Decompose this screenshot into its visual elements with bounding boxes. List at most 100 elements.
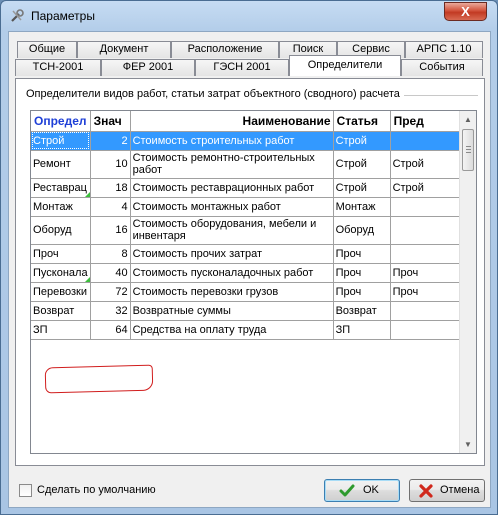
cell-code[interactable]: Строй (31, 131, 91, 151)
cell-name[interactable]: Стоимость монтажных работ (130, 197, 334, 217)
column-header-code[interactable]: Определ (31, 111, 91, 132)
cell-value[interactable]: 2 (90, 131, 131, 151)
column-header-prev[interactable]: Пред (390, 111, 462, 132)
cell-prev[interactable] (390, 197, 462, 217)
ok-button[interactable]: OK (324, 479, 400, 502)
cell-prev[interactable] (390, 216, 462, 245)
cell-code[interactable]: Пусконала (31, 263, 91, 283)
default-checkbox-label[interactable]: Сделать по умолчанию (37, 484, 156, 496)
cell-value[interactable]: 10 (90, 150, 131, 179)
cell-prev[interactable]: Строй (390, 150, 462, 179)
cancel-button-label: Отмена (440, 484, 480, 496)
cell-name[interactable]: Стоимость прочих затрат (130, 244, 334, 264)
tab-document[interactable]: Документ (77, 41, 171, 58)
determinants-table: Определ Знач Наименование Статья Пред Ст… (31, 111, 462, 340)
tab-gesn-2001[interactable]: ГЭСН 2001 (195, 59, 289, 76)
cell-name[interactable]: Стоимость перевозки грузов (130, 282, 334, 302)
table-row[interactable]: Ремонт 10 Стоимость ремонтно-строительных … (31, 150, 462, 179)
cell-name[interactable]: Стоимость строительных работ (130, 131, 334, 151)
table-row[interactable]: Строй 2 Стоимость строительных работ Строй (31, 131, 462, 151)
cell-code[interactable]: ЗП (31, 320, 91, 340)
table-row[interactable]: Монтаж 4 Стоимость монтажных работ Монтаж (31, 197, 462, 217)
cell-name[interactable]: Возвратные суммы (130, 301, 334, 321)
scrollbar-thumb[interactable] (462, 129, 474, 171)
cancel-button[interactable]: Отмена (409, 479, 485, 502)
table-row[interactable]: Возврат 32 Возвратные суммы Возврат (31, 301, 462, 321)
cell-value[interactable]: 16 (90, 216, 131, 245)
cell-code[interactable]: Оборуд (31, 216, 91, 245)
table-row[interactable]: Пусконала 40 Стоимость пусконаладочных раб… (31, 263, 462, 283)
title-bar[interactable]: Параметры X (1, 1, 497, 31)
cell-name[interactable]: Стоимость пусконаладочных работ (130, 263, 334, 283)
group-caption: Определители видов работ, статьи затрат … (26, 88, 404, 100)
tab-general[interactable]: Общие (17, 41, 77, 58)
default-checkbox[interactable] (19, 484, 32, 497)
cell-prev[interactable] (390, 301, 462, 321)
cell-code[interactable]: Проч (31, 244, 91, 264)
close-button[interactable]: X (444, 2, 487, 21)
cell-article[interactable]: Строй (333, 178, 391, 198)
tab-panel-determinants: Определители видов работ, статьи затрат … (15, 78, 485, 466)
cell-prev[interactable] (390, 131, 462, 151)
cell-value[interactable]: 32 (90, 301, 131, 321)
cell-article[interactable]: ЗП (333, 320, 391, 340)
grip-line (466, 152, 471, 153)
table-header-row: Определ Знач Наименование Статья Пред (31, 111, 462, 132)
cell-code[interactable]: Ремонт (31, 150, 91, 179)
table-row[interactable]: ЗП 64 Средства на оплату труда ЗП (31, 320, 462, 340)
table-row[interactable]: Реставрац 18 Стоимость реставрационных раб… (31, 178, 462, 198)
column-header-name[interactable]: Наименование (130, 111, 334, 132)
dialog-body: Общие Документ Расположение Поиск Сервис… (8, 31, 491, 508)
cell-value[interactable]: 8 (90, 244, 131, 264)
cell-prev[interactable]: Проч (390, 263, 462, 283)
cell-article[interactable]: Строй (333, 150, 391, 179)
cell-code[interactable]: Реставрац (31, 178, 91, 198)
cell-prev[interactable] (390, 320, 462, 340)
column-header-article[interactable]: Статья (333, 111, 391, 132)
cell-name[interactable]: Стоимость ремонтно-строительных работ (130, 150, 334, 179)
cell-article[interactable]: Строй (333, 131, 391, 151)
cell-value[interactable]: 72 (90, 282, 131, 302)
cell-article[interactable]: Возврат (333, 301, 391, 321)
scroll-down-arrow-icon[interactable]: ▼ (460, 436, 476, 453)
table-row[interactable]: Оборуд 16 Стоимость оборудования, мебели и… (31, 216, 462, 245)
tab-strip: Общие Документ Расположение Поиск Сервис… (15, 41, 485, 79)
grip-line (466, 149, 471, 150)
tab-arps[interactable]: АРПС 1.10 (405, 41, 483, 58)
truncation-marker-icon (84, 276, 90, 281)
tab-determinants[interactable]: Определители (289, 55, 401, 76)
cell-value[interactable]: 18 (90, 178, 131, 198)
cell-prev[interactable]: Строй (390, 178, 462, 198)
truncation-marker-icon (84, 191, 90, 196)
cell-prev[interactable] (390, 244, 462, 264)
cell-code[interactable]: Возврат (31, 301, 91, 321)
cell-article[interactable]: Проч (333, 244, 391, 264)
table-row[interactable]: Перевозки 72 Стоимость перевозки грузов Про… (31, 282, 462, 302)
annotation-highlight (44, 364, 154, 394)
table-row[interactable]: Проч 8 Стоимость прочих затрат Проч (31, 244, 462, 264)
tab-layout[interactable]: Расположение (171, 41, 279, 58)
tab-fer-2001[interactable]: ФЕР 2001 (101, 59, 195, 76)
group-box-header: Определители видов работ, статьи затрат … (26, 88, 478, 102)
tab-tsn-2001[interactable]: ТСН-2001 (15, 59, 101, 76)
cell-value[interactable]: 4 (90, 197, 131, 217)
cell-name[interactable]: Средства на оплату труда (130, 320, 334, 340)
cell-article[interactable]: Проч (333, 282, 391, 302)
cell-code[interactable]: Перевозки (31, 282, 91, 302)
cell-article[interactable]: Оборуд (333, 216, 391, 245)
cell-value[interactable]: 64 (90, 320, 131, 340)
scroll-up-arrow-icon[interactable]: ▲ (460, 111, 476, 128)
checkmark-icon (339, 484, 355, 497)
cell-value[interactable]: 40 (90, 263, 131, 283)
cell-article[interactable]: Монтаж (333, 197, 391, 217)
vertical-scrollbar[interactable]: ▲ ▼ (459, 111, 476, 453)
close-icon: X (461, 4, 470, 19)
determinants-grid[interactable]: Определ Знач Наименование Статья Пред Ст… (30, 110, 477, 454)
cell-name[interactable]: Стоимость оборудования, мебели и инвента… (130, 216, 334, 245)
column-header-value[interactable]: Знач (90, 111, 131, 132)
cell-name[interactable]: Стоимость реставрационных работ (130, 178, 334, 198)
cell-code[interactable]: Монтаж (31, 197, 91, 217)
cell-article[interactable]: Проч (333, 263, 391, 283)
tab-events[interactable]: События (401, 59, 483, 76)
cell-prev[interactable]: Проч (390, 282, 462, 302)
